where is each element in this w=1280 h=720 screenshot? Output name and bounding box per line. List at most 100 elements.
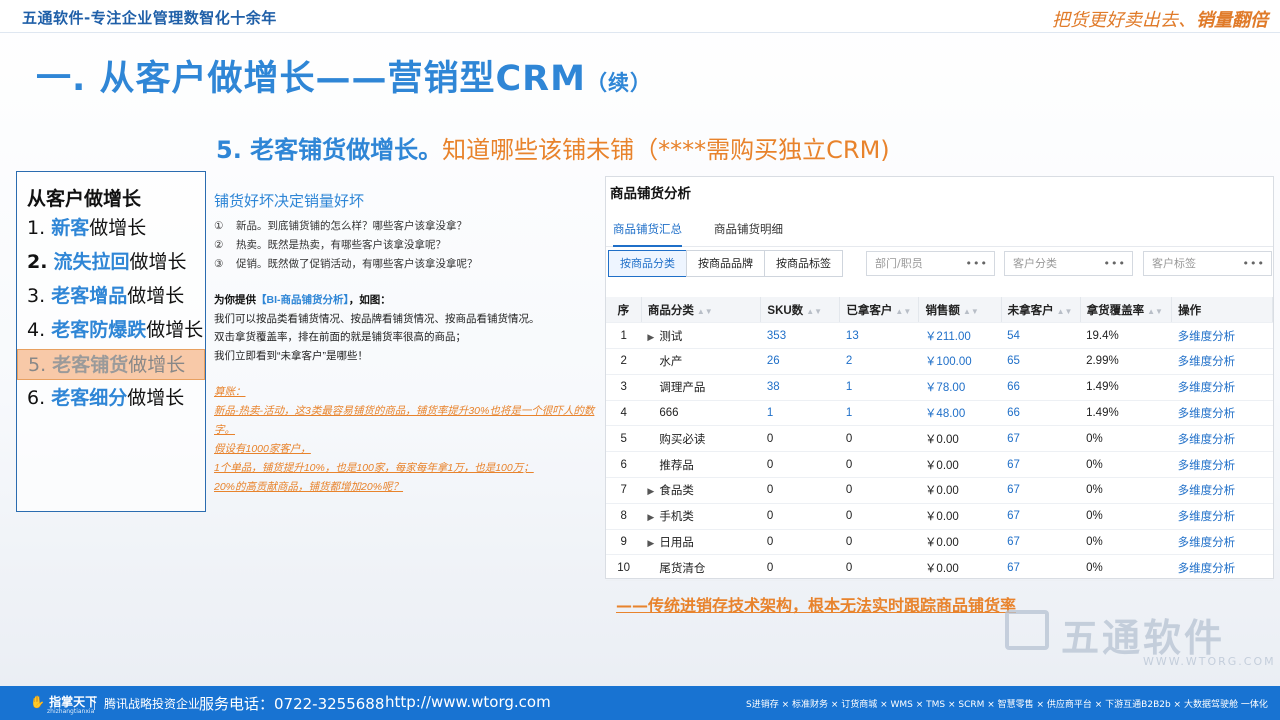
row-multi-analysis-link[interactable]: 多维度分析 [1171,348,1273,375]
row-missing-customers[interactable]: 67 [1001,529,1081,556]
row-got-customers[interactable]: 13 [839,322,919,350]
footer-product-list: S进销存 × 标准财务 × 订货商城 × WMS × TMS × SCRM × … [746,700,1268,710]
sort-icon: ▲▼ [1147,306,1163,316]
row-coverage: 2.99% [1080,348,1172,375]
row-missing-customers[interactable]: 66 [1001,374,1081,401]
outline-item-num: 3. [27,285,46,307]
filter-placeholder: 部门/职员 [875,257,923,270]
section-subtitle: 5. 老客铺货做增长。知道哪些该铺未铺（****需购买独立CRM) [216,130,890,165]
outline-item-keyword: 新客 [51,217,90,239]
expand-caret-icon[interactable]: ▶ [647,538,659,549]
tab-detail[interactable]: 商品铺货明细 [714,221,783,247]
row-multi-analysis-link[interactable]: 多维度分析 [1171,554,1273,582]
col-coverage[interactable]: 拿货覆盖率 ▲▼ [1080,297,1173,324]
outline-item-4[interactable]: 4. 老客防爆跌做增长 [17,315,205,346]
row-missing-customers[interactable]: 67 [1001,477,1081,504]
tab-summary[interactable]: 商品铺货汇总 [613,221,682,247]
row-got-customers[interactable]: 2 [839,348,919,375]
row-multi-analysis-link[interactable]: 多维度分析 [1171,503,1273,530]
row-multi-analysis-link[interactable]: 多维度分析 [1171,400,1273,427]
row-multi-analysis-link[interactable]: 多维度分析 [1171,374,1273,401]
row-sku-count[interactable]: 1 [760,400,840,427]
row-coverage: 0% [1080,451,1172,479]
outline-item-3[interactable]: 3. 老客增品做增长 [17,281,205,312]
row-sku-count: 0 [760,477,840,504]
row-got-customers: 0 [839,529,919,556]
row-coverage: 1.49% [1080,374,1172,401]
row-sales: ￥211.00 [918,322,1002,350]
row-index: 2 [606,348,642,375]
col-got-customers[interactable]: 已拿客户 ▲▼ [839,297,920,324]
row-missing-customers[interactable]: 67 [1001,554,1081,582]
outline-item-1[interactable]: 1. 新客做增长 [17,213,205,244]
outline-item-2[interactable]: 2. 流失拉回做增长 [17,247,205,278]
row-got-customers: 0 [839,477,919,504]
provide-bi-label: 【BI-商品铺货分析】 [256,294,349,306]
row-category: 666 [641,400,761,427]
calc-line-1: 算账： [214,386,246,398]
row-missing-customers[interactable]: 66 [1001,400,1081,427]
by-category-button[interactable]: 按商品分类 [608,250,687,277]
row-multi-analysis-link[interactable]: 多维度分析 [1171,322,1273,350]
row-multi-analysis-link[interactable]: 多维度分析 [1171,425,1273,453]
panel-title: 商品铺货分析 [610,186,691,202]
row-index: 7 [606,477,642,504]
row-missing-customers[interactable]: 67 [1001,451,1081,479]
question-marker: ② [214,239,224,251]
group-by-buttons: 按商品分类 按商品品牌 按商品标签 [608,250,843,277]
row-coverage: 0% [1080,425,1172,453]
col-sku[interactable]: SKU数 ▲▼ [760,297,841,324]
col-category[interactable]: 商品分类 ▲▼ [641,297,762,324]
footer-url-link[interactable]: http://www.wtorg.com [385,693,551,711]
customer-category-filter[interactable]: 客户分类 ••• [1004,251,1133,276]
more-icon: ••• [965,257,988,270]
row-missing-customers[interactable]: 54 [1001,322,1081,350]
col-missing-label: 未拿客户 [1007,304,1054,317]
col-sku-label: SKU数 [767,304,804,317]
provide-detail-1: 我们可以按品类看铺货情况、按品牌看铺货情况、按商品看铺货情况。 [214,312,540,325]
expand-caret-icon[interactable]: ▶ [647,486,659,497]
row-category-label: 手机类 [659,511,694,524]
department-staff-filter[interactable]: 部门/职员 ••• [866,251,995,276]
row-missing-customers[interactable]: 67 [1001,425,1081,453]
row-index: 10 [606,554,642,582]
outline-item-5-active[interactable]: 5. 老客铺货做增长 [17,349,205,380]
row-multi-analysis-link[interactable]: 多维度分析 [1171,529,1273,556]
row-sku-count[interactable]: 26 [760,348,840,375]
row-multi-analysis-link[interactable]: 多维度分析 [1171,451,1273,479]
outline-item-tail: 做增长 [129,251,187,273]
outline-item-6[interactable]: 6. 老客细分做增长 [17,383,205,414]
question-marker: ① [214,220,224,232]
row-missing-customers[interactable]: 67 [1001,503,1081,530]
outline-item-tail: 做增长 [127,285,185,307]
col-sales[interactable]: 销售额 ▲▼ [918,297,1002,324]
slogan: 把货更好卖出去、销量翻倍 [1052,6,1268,32]
row-missing-customers[interactable]: 65 [1001,348,1081,375]
row-category-label: 购买必读 [659,433,706,446]
by-brand-button[interactable]: 按商品品牌 [686,250,765,277]
col-missing-customers[interactable]: 未拿客户 ▲▼ [1001,297,1081,324]
row-coverage: 0% [1080,503,1172,530]
row-category: ▶ 测试 [641,322,761,350]
logo-hand-icon: ✋ [30,695,45,709]
row-category-label: 食品类 [659,485,694,498]
by-tag-button[interactable]: 按商品标签 [764,250,843,277]
row-sku-count[interactable]: 353 [760,322,840,350]
distribution-analysis-panel: 商品铺货分析 商品铺货汇总 商品铺货明细 按商品分类 按商品品牌 按商品标签 部… [605,176,1274,582]
row-multi-analysis-link[interactable]: 多维度分析 [1171,477,1273,504]
provide-line: 为你提供【BI-商品铺货分析】，如图： [214,291,599,310]
sort-icon: ▲▼ [962,306,979,316]
row-sku-count[interactable]: 38 [760,374,840,401]
outline-heading: 从客户做增长 [27,188,142,210]
table-row: 5 购买必读 0 0 ￥0.00 67 0% 多维度分析 [606,425,1273,453]
row-index: 6 [606,451,642,479]
expand-caret-icon[interactable]: ▶ [647,332,659,343]
row-got-customers[interactable]: 1 [839,400,919,427]
col-index: 序 [606,297,642,324]
slogan-part-a: 把货更好卖出去、 [1052,10,1196,31]
expand-caret-icon[interactable]: ▶ [647,512,659,523]
customer-tag-filter[interactable]: 客户标签 ••• [1143,251,1272,276]
conclusion-text: ——传统进销存技术架构，根本无法实时跟踪商品铺货率 [616,596,1017,615]
more-icon: ••• [1103,257,1126,270]
row-got-customers[interactable]: 1 [839,374,919,401]
